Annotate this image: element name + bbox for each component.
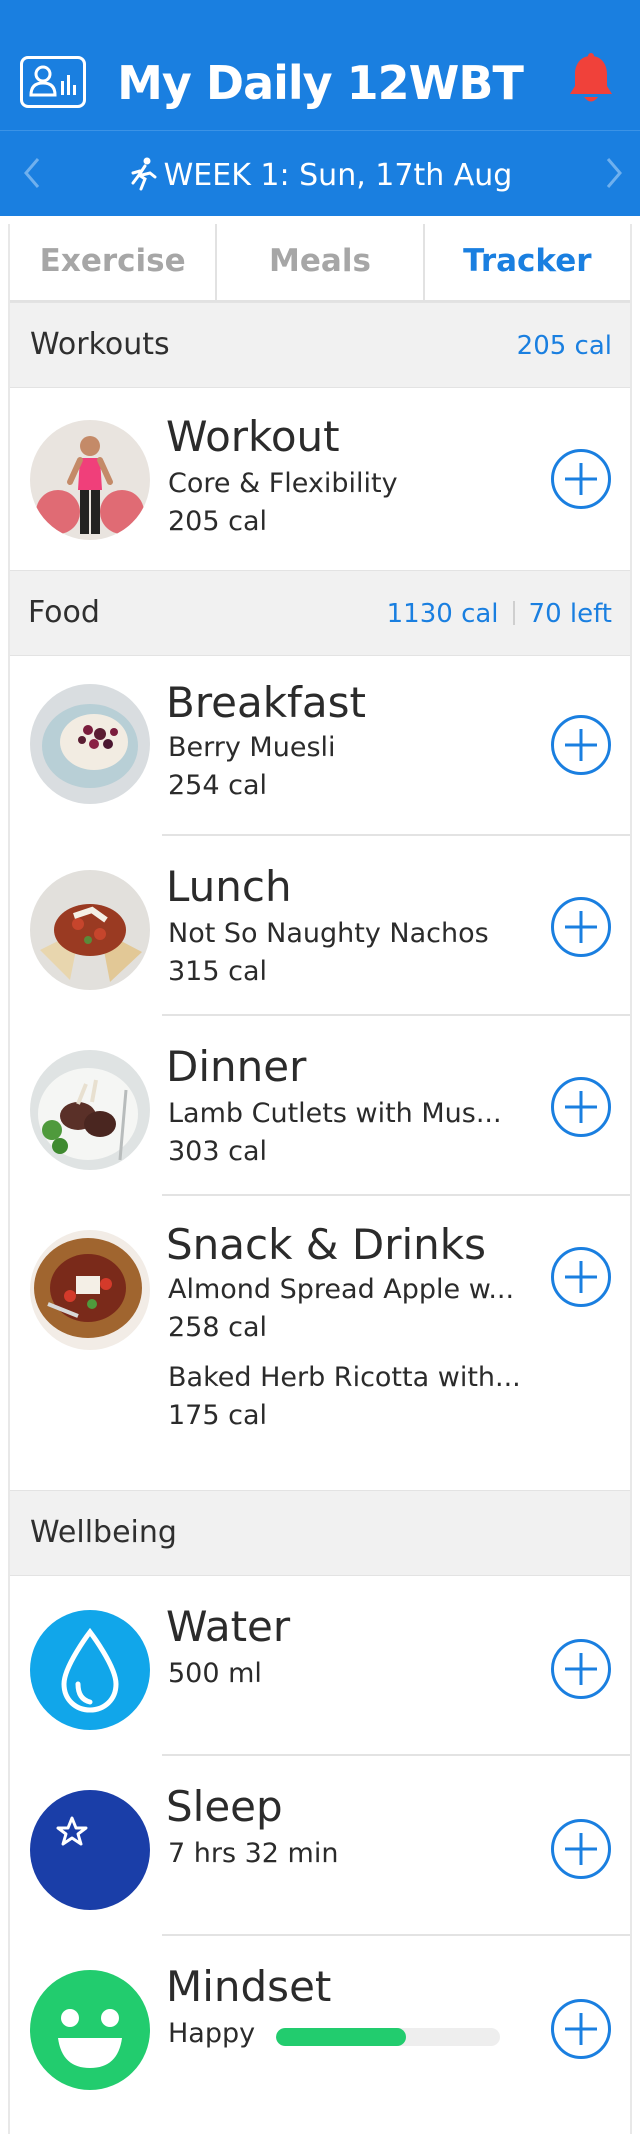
sleep-title: Sleep — [166, 1782, 283, 1831]
meal-row-breakfast[interactable]: Breakfast Berry Muesli 254 cal — [10, 656, 630, 836]
lunch-photo — [30, 870, 150, 990]
dinner-title: Dinner — [166, 1042, 307, 1091]
dinner-subtitle: Lamb Cutlets with Mus... — [168, 1098, 502, 1129]
week-selector: WEEK 1: Sun, 17th Aug — [0, 130, 640, 216]
mindset-title: Mindset — [166, 1962, 332, 2011]
week-label-text: WEEK 1: Sun, 17th Aug — [163, 158, 513, 193]
app-header: My Daily 12WBT — [0, 0, 640, 130]
lunch-subtitle: Not So Naughty Nachos — [168, 918, 489, 949]
lunch-calories: 315 cal — [168, 956, 268, 987]
water-title: Water — [166, 1602, 291, 1651]
wellbeing-row-water[interactable]: Water 500 ml — [10, 1576, 630, 1756]
add-dinner-button[interactable] — [550, 1076, 612, 1138]
food-summary: 1130 cal 70 left — [387, 599, 612, 629]
workouts-header: Workouts 205 cal — [10, 302, 630, 388]
workout-photo — [30, 420, 150, 540]
snacks-photo — [30, 1230, 150, 1350]
wellbeing-row-mindset[interactable]: Mindset Happy — [10, 1936, 630, 2116]
workout-subtitle: Core & Flexibility — [168, 468, 398, 499]
water-value: 500 ml — [168, 1658, 262, 1689]
snack-item-1-calories: 258 cal — [168, 1312, 268, 1343]
breakfast-subtitle: Berry Muesli — [168, 732, 336, 763]
tab-exercise[interactable]: Exercise — [10, 224, 218, 300]
mood-level-fill — [276, 2028, 406, 2046]
notification-bell-icon[interactable] — [566, 52, 616, 108]
lunch-title: Lunch — [166, 862, 292, 911]
meal-row-lunch[interactable]: Lunch Not So Naughty Nachos 315 cal — [10, 836, 630, 1016]
food-total: 1130 cal — [386, 599, 499, 629]
app-title: My Daily 12WBT — [117, 56, 524, 110]
sleep-value: 7 hrs 32 min — [168, 1838, 339, 1869]
moon-star-icon — [30, 1790, 150, 1910]
workout-calories: 205 cal — [168, 506, 268, 537]
add-mindset-button[interactable] — [550, 1998, 612, 2060]
add-snack-button[interactable] — [550, 1246, 612, 1308]
add-water-button[interactable] — [550, 1638, 612, 1700]
summary-divider — [512, 601, 515, 625]
workouts-total: 205 cal — [516, 331, 612, 361]
add-lunch-button[interactable] — [550, 896, 612, 958]
runner-icon — [128, 157, 158, 191]
water-drop-icon — [30, 1610, 150, 1730]
add-workout-button[interactable] — [550, 448, 612, 510]
breakfast-title: Breakfast — [166, 678, 366, 727]
workout-title: Workout — [166, 412, 340, 461]
add-sleep-button[interactable] — [550, 1818, 612, 1880]
food-left: 70 left — [528, 599, 612, 629]
snack-item-2-calories: 175 cal — [168, 1400, 268, 1431]
workouts-title: Workouts — [30, 327, 170, 362]
meal-row-dinner[interactable]: Dinner Lamb Cutlets with Mus... 303 cal — [10, 1016, 630, 1196]
snack-item-2-name: Baked Herb Ricotta with... — [168, 1362, 521, 1393]
tracker-screen: Exercise Meals Tracker Workouts 205 cal … — [8, 224, 632, 2134]
wellbeing-title: Wellbeing — [30, 1515, 177, 1550]
workout-row[interactable]: Workout Core & Flexibility 205 cal — [10, 388, 630, 570]
smiley-icon — [30, 1970, 150, 2090]
add-breakfast-button[interactable] — [550, 714, 612, 776]
dinner-photo — [30, 1050, 150, 1170]
breakfast-photo — [30, 684, 150, 804]
snacks-title: Snack & Drinks — [166, 1220, 486, 1269]
food-title: Food — [28, 595, 100, 630]
wellbeing-header: Wellbeing — [10, 1490, 630, 1576]
food-header: Food 1130 cal 70 left — [10, 570, 630, 656]
tab-bar: Exercise Meals Tracker — [10, 224, 630, 302]
breakfast-calories: 254 cal — [168, 770, 268, 801]
tab-meals[interactable]: Meals — [217, 224, 425, 300]
tab-tracker[interactable]: Tracker — [425, 224, 630, 300]
snack-item-1-name: Almond Spread Apple w... — [168, 1274, 515, 1305]
week-label: WEEK 1: Sun, 17th Aug — [0, 157, 640, 193]
chevron-right-icon[interactable] — [598, 153, 630, 193]
mood-level-bar — [276, 2028, 500, 2046]
dinner-calories: 303 cal — [168, 1136, 268, 1167]
meal-row-snacks[interactable]: Snack & Drinks Almond Spread Apple w... … — [10, 1196, 630, 1468]
wellbeing-row-sleep[interactable]: Sleep 7 hrs 32 min — [10, 1756, 630, 1936]
mindset-value: Happy — [168, 2018, 256, 2049]
